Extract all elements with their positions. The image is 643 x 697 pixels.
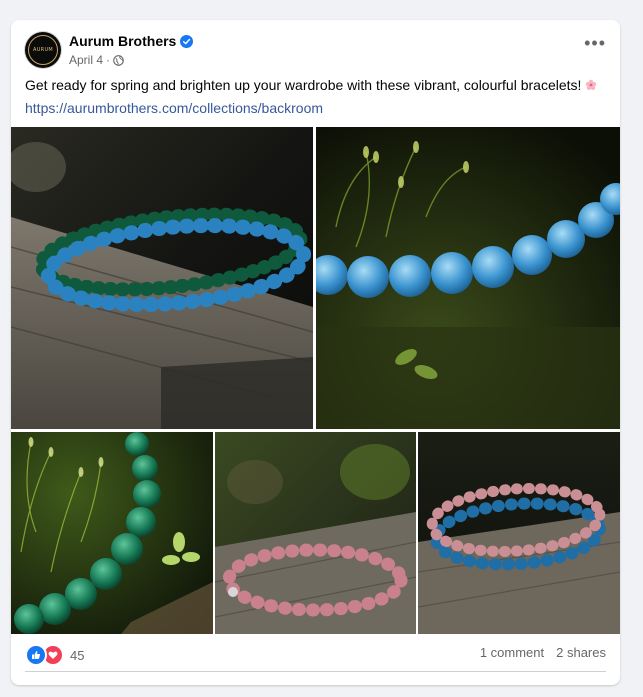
photo-pink-blue-bracelets-image (418, 432, 620, 634)
more-options-button[interactable]: ••• (584, 34, 606, 52)
verified-badge-icon (180, 34, 194, 48)
post-card: AURUM Aurum Brothers April 4 · ••• Get r… (11, 20, 620, 685)
post-footer: 45 1 comment 2 shares (25, 644, 606, 666)
photo-green-blue-bracelets[interactable] (11, 127, 313, 429)
reaction-count: 45 (70, 647, 85, 663)
meta-separator: · (106, 53, 111, 67)
avatar-logo-ring: AURUM (28, 35, 58, 65)
shares-count-link[interactable]: 2 shares (556, 645, 606, 660)
photo-pink-blue-bracelets[interactable] (418, 432, 620, 634)
cherry-blossom-icon (586, 79, 597, 90)
avatar-logo-text: AURUM (32, 47, 54, 53)
globe-icon (113, 54, 124, 66)
footer-divider (25, 671, 606, 672)
photo-pink-bracelet-image (215, 432, 416, 634)
photo-blue-bead-bracelet-moss-image (316, 127, 620, 429)
photo-green-bracelet-moss-image (11, 432, 213, 634)
reactions-summary[interactable]: 45 (25, 644, 84, 666)
post-header: AURUM Aurum Brothers April 4 · ••• (25, 30, 606, 72)
name-row: Aurum Brothers (69, 33, 194, 49)
caption-text: Get ready for spring and brighten up you… (25, 77, 582, 93)
post-caption: Get ready for spring and brighten up you… (25, 76, 606, 95)
photo-blue-bead-bracelet-moss[interactable] (316, 127, 620, 429)
photo-green-blue-bracelets-image (11, 127, 313, 429)
photo-green-bracelet-moss[interactable] (11, 432, 213, 634)
post-link[interactable]: https://aurumbrothers.com/collections/ba… (25, 100, 323, 116)
comments-count-link[interactable]: 1 comment (480, 645, 544, 660)
photo-pink-bracelet[interactable] (215, 432, 416, 634)
like-reaction-icon (25, 644, 47, 666)
page-name[interactable]: Aurum Brothers (69, 33, 176, 49)
page-avatar[interactable]: AURUM (25, 32, 61, 68)
post-meta: April 4 · (69, 53, 124, 67)
photo-grid (11, 127, 620, 634)
engagement-stats: 1 comment 2 shares (480, 645, 606, 660)
post-date[interactable]: April 4 (69, 53, 103, 67)
